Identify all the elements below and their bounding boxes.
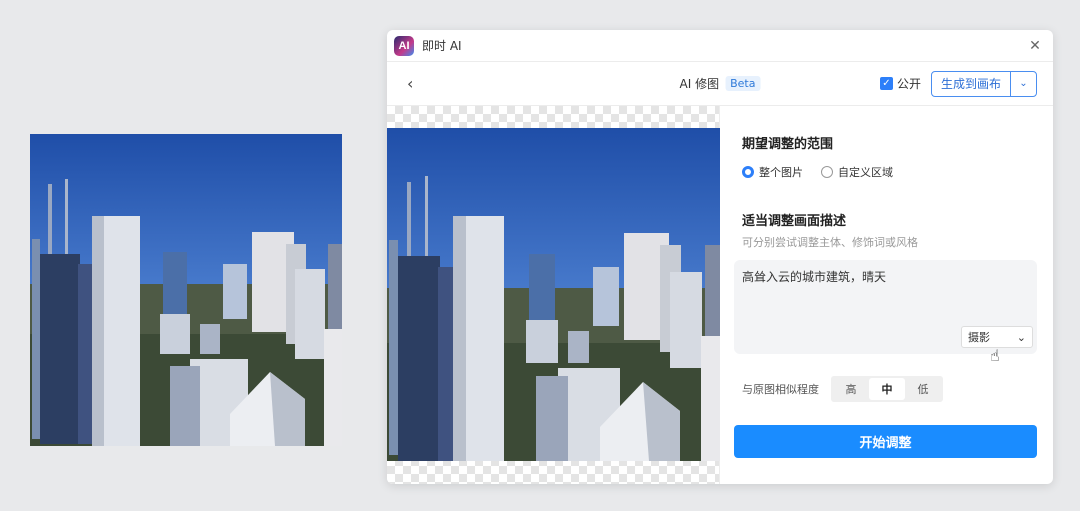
app-title: 即时 AI	[422, 39, 462, 53]
chevron-down-icon: ⌄	[1016, 330, 1026, 344]
radio-selected-icon[interactable]	[742, 166, 754, 178]
generate-to-canvas-button[interactable]: 生成到画布	[932, 71, 1011, 96]
description-textarea[interactable]: 高耸入云的城市建筑，晴天 摄影 ⌄	[734, 260, 1037, 354]
radio-unselected-icon[interactable]	[821, 166, 833, 178]
app-logo: AI	[394, 35, 414, 56]
preview-image	[387, 128, 720, 461]
back-icon[interactable]: ‹	[407, 74, 423, 93]
description-value: 高耸入云的城市建筑，晴天	[742, 270, 887, 284]
toolbar-actions: ✓ 公开 生成到画布 ⌄	[879, 70, 1037, 97]
style-select[interactable]: 摄影 ⌄	[961, 326, 1033, 348]
page-title-text: AI 修图	[679, 77, 720, 91]
similarity-low[interactable]: 低	[905, 378, 941, 400]
preview-canvas[interactable]	[387, 106, 720, 484]
toolbar: ‹ AI 修图 Beta ✓ 公开 生成到画布 ⌄	[387, 62, 1053, 106]
radio-custom-area[interactable]: 自定义区域	[821, 164, 893, 180]
similarity-row: 与原图相似程度 高 中 低	[742, 376, 943, 402]
range-radio-group: 整个图片 自定义区域	[742, 164, 893, 180]
start-adjust-button[interactable]: 开始调整	[734, 425, 1037, 458]
app-window: AI 即时 AI ✕ ‹ AI 修图 Beta ✓ 公开 生成到画布 ⌄ 期望调…	[387, 30, 1053, 484]
title-bar: AI 即时 AI ✕	[387, 30, 1053, 62]
public-label: 公开	[896, 77, 921, 91]
source-image	[30, 134, 342, 446]
range-title: 期望调整的范围	[742, 137, 834, 152]
similarity-segmented: 高 中 低	[831, 376, 943, 402]
page-title: AI 修图 Beta	[680, 75, 761, 92]
description-hint: 可分别尝试调整主体、修饰词或风格	[742, 236, 918, 249]
hand-cursor-icon: ☝	[990, 346, 1000, 365]
description-title: 适当调整画面描述	[742, 214, 847, 229]
similarity-label: 与原图相似程度	[742, 383, 819, 396]
close-icon[interactable]: ✕	[1027, 38, 1043, 54]
chevron-down-icon[interactable]: ⌄	[1011, 72, 1036, 96]
style-select-value: 摄影	[968, 331, 990, 344]
similarity-medium[interactable]: 中	[869, 378, 905, 400]
radio-whole-image-label: 整个图片	[759, 166, 803, 179]
radio-whole-image[interactable]: 整个图片	[742, 164, 803, 180]
public-checkbox[interactable]: ✓ 公开	[879, 75, 921, 92]
generate-split-button: 生成到画布 ⌄	[930, 70, 1037, 97]
checkbox-checked-icon[interactable]: ✓	[879, 77, 893, 90]
similarity-high[interactable]: 高	[833, 378, 869, 400]
radio-custom-area-label: 自定义区域	[838, 166, 893, 179]
beta-badge: Beta	[725, 76, 761, 91]
